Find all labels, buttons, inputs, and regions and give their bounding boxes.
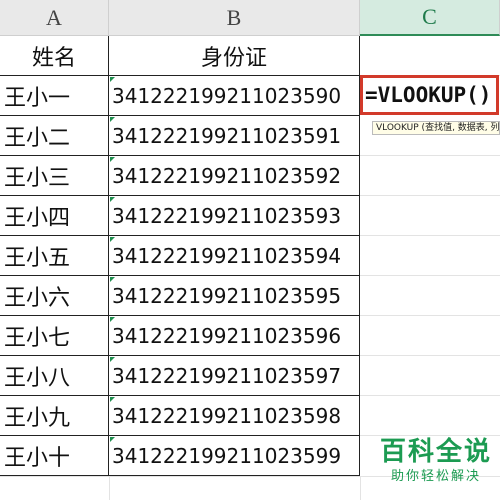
text-number-indicator [110, 317, 115, 322]
text-number-indicator [110, 357, 115, 362]
id-cell[interactable]: 341222199211023593 [109, 196, 360, 236]
gridline [360, 476, 361, 500]
name-cell[interactable]: 王小八 [0, 356, 109, 396]
text-number-indicator [110, 437, 115, 442]
gridline [109, 476, 110, 500]
cell-c8[interactable] [360, 316, 500, 356]
name-cell[interactable]: 王小一 [0, 76, 109, 116]
column-header-b[interactable]: B [109, 0, 360, 36]
watermark-title: 百科全说 [379, 437, 492, 467]
cell-c6[interactable] [360, 236, 500, 276]
text-number-indicator [110, 117, 115, 122]
text-number-indicator [110, 157, 115, 162]
table-row: 王小三 341222199211023592 [0, 156, 500, 196]
id-cell[interactable]: 341222199211023594 [109, 236, 360, 276]
table-row: 王小七 341222199211023596 [0, 316, 500, 356]
name-cell[interactable]: 王小十 [0, 436, 109, 476]
table-row: 王小九 341222199211023598 [0, 396, 500, 436]
name-cell[interactable]: 王小九 [0, 396, 109, 436]
text-number-indicator [110, 397, 115, 402]
watermark-logo: 百科全说 助你轻松解决 [372, 436, 500, 500]
name-cell[interactable]: 王小六 [0, 276, 109, 316]
table-row: 王小六 341222199211023595 [0, 276, 500, 316]
table-row: 王小五 341222199211023594 [0, 236, 500, 276]
column-header-a[interactable]: A [0, 0, 109, 36]
id-cell[interactable]: 341222199211023599 [109, 436, 360, 476]
active-formula-cell[interactable]: =VLOOKUP() [360, 75, 499, 115]
column-header-c[interactable]: C [360, 0, 500, 36]
id-cell[interactable]: 341222199211023596 [109, 316, 360, 356]
name-cell[interactable]: 王小四 [0, 196, 109, 236]
header-row: 姓名 身份证 [0, 36, 500, 76]
text-number-indicator [110, 197, 115, 202]
cell-c4[interactable] [360, 156, 500, 196]
cell-c7[interactable] [360, 276, 500, 316]
name-cell[interactable]: 王小三 [0, 156, 109, 196]
watermark-subtitle: 助你轻松解决 [390, 469, 481, 484]
id-cell[interactable]: 341222199211023598 [109, 396, 360, 436]
cell-c5[interactable] [360, 196, 500, 236]
cell-c10[interactable] [360, 396, 500, 436]
cell-c1[interactable] [360, 36, 500, 76]
table-row: 王小八 341222199211023597 [0, 356, 500, 396]
header-cell-id[interactable]: 身份证 [109, 36, 360, 76]
text-number-indicator [110, 237, 115, 242]
table-row: 王小四 341222199211023593 [0, 196, 500, 236]
id-cell[interactable]: 341222199211023592 [109, 156, 360, 196]
name-cell[interactable]: 王小七 [0, 316, 109, 356]
text-number-indicator [110, 277, 115, 282]
name-cell[interactable]: 王小二 [0, 116, 109, 156]
text-number-indicator [110, 77, 115, 82]
function-tooltip: VLOOKUP (查找值, 数据表, 列序数, [匹配条件]) [372, 121, 500, 135]
name-cell[interactable]: 王小五 [0, 236, 109, 276]
id-cell[interactable]: 341222199211023590 [109, 76, 360, 116]
id-cell[interactable]: 341222199211023591 [109, 116, 360, 156]
id-cell[interactable]: 341222199211023597 [109, 356, 360, 396]
header-cell-name[interactable]: 姓名 [0, 36, 109, 76]
id-cell[interactable]: 341222199211023595 [109, 276, 360, 316]
cell-c9[interactable] [360, 356, 500, 396]
spreadsheet: A B C 姓名 身份证 王小一 341222199211023590 王小二 … [0, 0, 500, 500]
